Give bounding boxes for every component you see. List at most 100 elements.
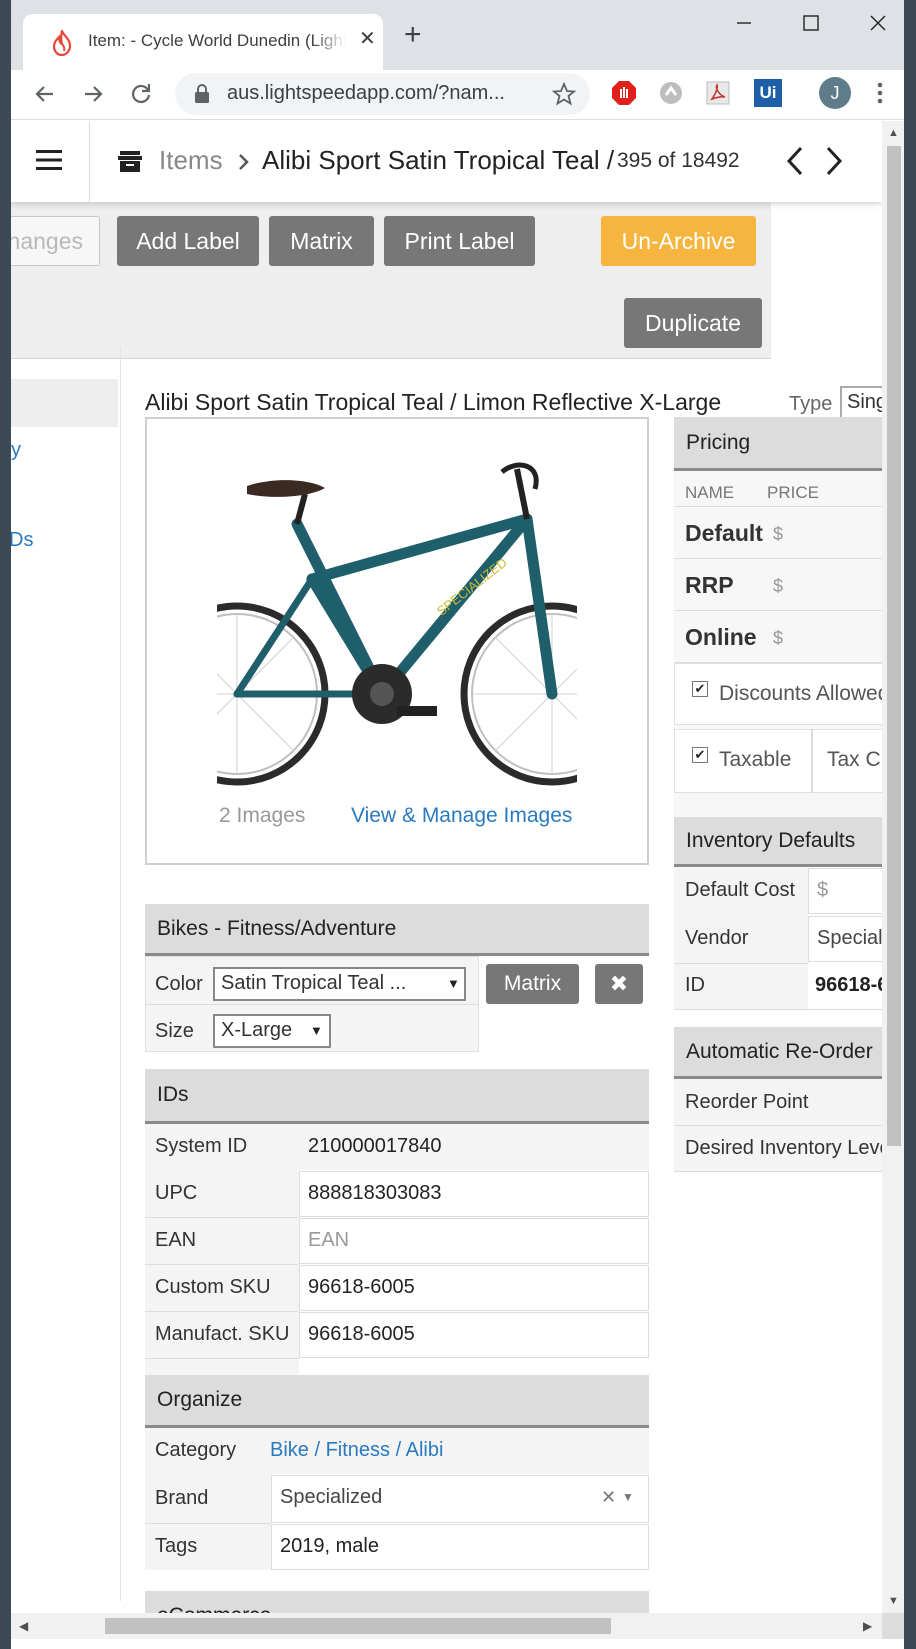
ean-label: EAN xyxy=(155,1229,197,1251)
page-viewport: Items Alibi Sport Satin Tropical Teal / … xyxy=(11,121,882,1613)
vertical-scrollbar[interactable]: ▲ ▼ xyxy=(882,121,904,1613)
ean-input[interactable]: EAN xyxy=(299,1218,649,1264)
duplicate-button[interactable]: Duplicate xyxy=(624,298,762,348)
matrix-panel-matrix-button[interactable]: Matrix xyxy=(486,964,579,1004)
pricing-col-price: PRICE xyxy=(767,483,819,502)
ids-panel-header: IDs xyxy=(145,1069,649,1124)
browser-tab[interactable]: Item: - Cycle World Dunedin (Lightspeed)… xyxy=(23,14,383,70)
custom-sku-input[interactable]: 96618-6005 xyxy=(299,1265,649,1311)
scrollbar-corner xyxy=(882,1613,904,1639)
tab-close-icon[interactable]: ✕ xyxy=(359,29,376,49)
left-nav: y Ds xyxy=(11,359,120,1613)
breadcrumb-items-link[interactable]: Items xyxy=(159,145,223,176)
price-rrp-label: RRP xyxy=(685,572,734,598)
clear-brand-icon[interactable]: ✕ xyxy=(601,1487,616,1508)
brand-label: Brand xyxy=(155,1487,209,1509)
kebab-menu-icon[interactable] xyxy=(868,79,892,107)
desired-level-label: Desired Inventory Level xyxy=(685,1137,882,1159)
bike-photo[interactable]: SPECIALIZED xyxy=(217,444,577,789)
row-divider xyxy=(674,506,882,507)
left-nav-link[interactable]: y xyxy=(11,439,21,462)
reorder-panel-header: Automatic Re-Order xyxy=(674,1027,882,1079)
main-border xyxy=(120,347,121,1601)
app-header: Items Alibi Sport Satin Tropical Teal / … xyxy=(11,121,882,202)
address-bar[interactable]: aus.lightspeedapp.com/?nam... xyxy=(175,73,590,115)
upc-input[interactable]: 888818303083 xyxy=(299,1171,649,1217)
record-counter: 395 of 18492 xyxy=(617,149,740,172)
row-divider xyxy=(145,1217,299,1218)
remove-matrix-icon[interactable]: ✖ xyxy=(595,964,643,1004)
type-label: Type xyxy=(789,393,833,415)
row-divider xyxy=(674,963,808,964)
row-divider xyxy=(674,610,882,611)
item-image-box: SPECIALIZED 2 Images View & Manage Image… xyxy=(145,417,649,865)
row-divider xyxy=(674,1125,882,1126)
gray-extension-icon[interactable] xyxy=(657,79,685,107)
scroll-up-icon[interactable]: ▲ xyxy=(888,127,899,139)
header-divider xyxy=(89,121,90,202)
vertical-scroll-thumb[interactable] xyxy=(887,146,901,1146)
browser-toolbar: aus.lightspeedapp.com/?nam... Ui J xyxy=(11,70,904,120)
left-nav-link-ids[interactable]: Ds xyxy=(11,529,33,552)
maximize-icon[interactable] xyxy=(796,8,826,38)
discounts-checkbox[interactable]: ✔ xyxy=(692,681,708,697)
color-dropdown-arrow-icon[interactable]: ▼ xyxy=(447,976,460,991)
close-window-icon[interactable] xyxy=(863,8,893,38)
next-record-icon[interactable] xyxy=(823,145,845,177)
vendor-select[interactable]: Specialized xyxy=(808,916,882,962)
print-label-button[interactable]: Print Label xyxy=(384,216,535,266)
category-label: Category xyxy=(155,1439,237,1461)
brand-select[interactable]: Specialized xyxy=(271,1475,649,1523)
back-arrow-icon[interactable] xyxy=(29,78,61,110)
row-divider xyxy=(674,1009,882,1010)
taxable-checkbox[interactable]: ✔ xyxy=(692,747,708,763)
color-select[interactable]: Satin Tropical Teal ... xyxy=(213,967,466,1001)
size-dropdown-arrow-icon[interactable]: ▼ xyxy=(310,1023,323,1038)
breadcrumb-chevron-icon xyxy=(239,154,249,170)
manage-images-link[interactable]: View & Manage Images xyxy=(351,804,572,828)
new-tab-icon[interactable]: + xyxy=(404,20,422,50)
tab-strip: Item: - Cycle World Dunedin (Lightspeed)… xyxy=(11,0,904,70)
hamburger-menu-icon[interactable] xyxy=(36,148,62,172)
bookmark-star-icon[interactable] xyxy=(552,82,576,106)
scroll-right-icon[interactable]: ▶ xyxy=(863,1619,872,1633)
image-count: 2 Images xyxy=(219,804,306,827)
reorder-point-label: Reorder Point xyxy=(685,1091,809,1113)
profile-avatar[interactable]: J xyxy=(819,77,851,109)
unarchive-button[interactable]: Un-Archive xyxy=(601,216,756,266)
vendor-label: Vendor xyxy=(685,927,749,949)
tags-input[interactable]: 2019, male xyxy=(271,1524,649,1570)
default-cost-input[interactable]: $ xyxy=(808,868,882,914)
matrix-button[interactable]: Matrix xyxy=(269,216,374,266)
tax-class-label: Tax Class xyxy=(827,748,882,771)
add-label-button[interactable]: Add Label xyxy=(117,216,259,266)
scroll-left-icon[interactable]: ◀ xyxy=(19,1619,28,1633)
row-divider xyxy=(145,1523,271,1524)
price-online-currency: $ xyxy=(773,628,784,648)
forward-arrow-icon[interactable] xyxy=(77,78,109,110)
scroll-down-icon[interactable]: ▼ xyxy=(888,1595,899,1607)
ecommerce-panel-header: eCommerce xyxy=(145,1591,649,1613)
previous-record-icon[interactable] xyxy=(784,145,806,177)
horizontal-scroll-thumb[interactable] xyxy=(105,1618,611,1634)
horizontal-scrollbar[interactable]: ◀ ▶ xyxy=(11,1613,882,1639)
row-divider xyxy=(145,1311,299,1312)
left-nav-active-item[interactable] xyxy=(11,379,118,427)
cell-divider xyxy=(811,729,813,793)
ui-extension-icon[interactable]: Ui xyxy=(754,79,782,107)
inventory-id-label: ID xyxy=(685,974,705,996)
category-link[interactable]: Bike / Fitness / Alibi xyxy=(270,1439,443,1462)
item-title: Alibi Sport Satin Tropical Teal / Limon … xyxy=(145,389,722,415)
archive-box-icon xyxy=(118,151,142,172)
taxable-label: Taxable xyxy=(719,748,792,771)
type-select[interactable]: Single xyxy=(840,386,882,419)
price-rrp-currency: $ xyxy=(773,576,784,596)
manufact-sku-input[interactable]: 96618-6005 xyxy=(299,1312,649,1358)
adblock-extension-icon[interactable] xyxy=(610,79,638,107)
pdf-extension-icon[interactable] xyxy=(704,79,732,107)
inventory-id-value: 96618-6005 xyxy=(815,974,882,996)
system-id-label: System ID xyxy=(155,1135,248,1157)
minimize-icon[interactable] xyxy=(729,8,759,38)
brand-dropdown-arrow-icon[interactable]: ▼ xyxy=(622,1490,634,1504)
reload-icon[interactable] xyxy=(125,78,157,110)
